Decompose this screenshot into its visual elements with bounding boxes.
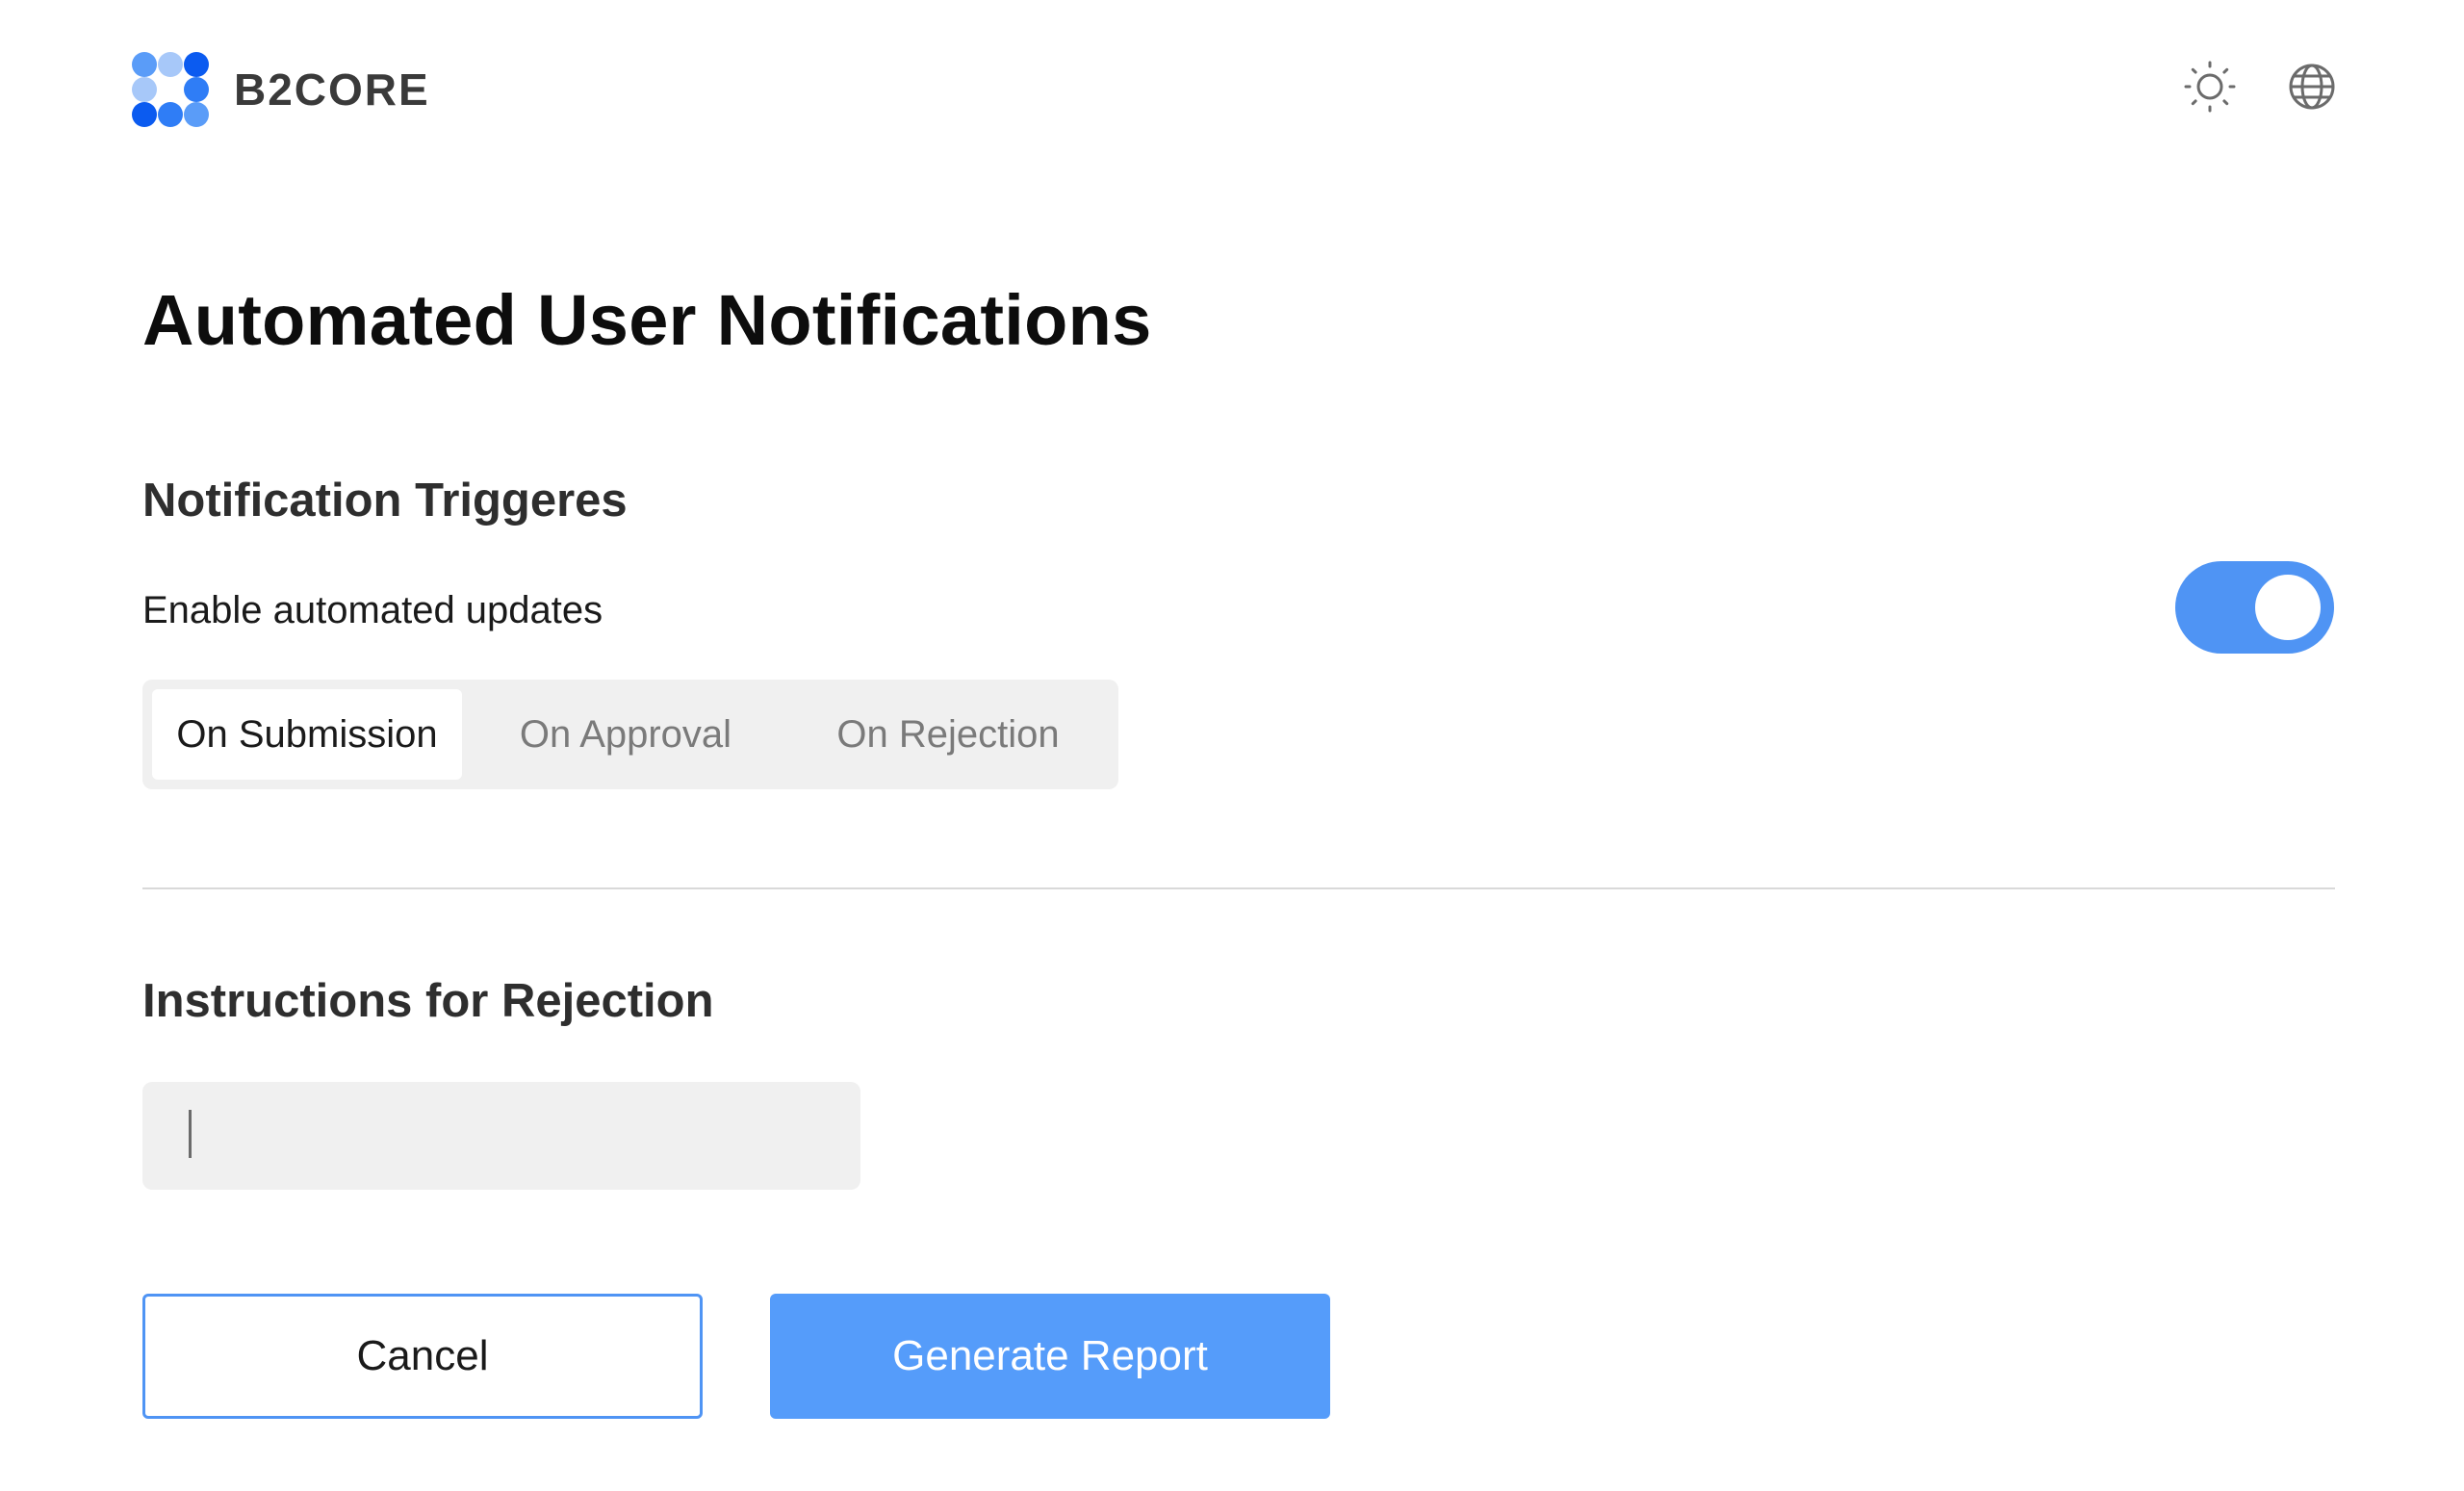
text-caret bbox=[189, 1110, 192, 1158]
segment-on-submission[interactable]: On Submission bbox=[152, 689, 462, 780]
brand-logo[interactable]: B2CORE bbox=[132, 52, 430, 127]
segment-on-rejection[interactable]: On Rejection bbox=[789, 689, 1107, 780]
section-divider bbox=[142, 887, 2335, 889]
logo-mark-icon bbox=[132, 52, 209, 127]
logo-text: B2CORE bbox=[234, 64, 430, 115]
generate-report-button[interactable]: Generate Report bbox=[770, 1294, 1330, 1419]
automated-updates-toggle[interactable] bbox=[2175, 561, 2334, 654]
sun-icon[interactable] bbox=[2183, 60, 2237, 114]
toggle-knob bbox=[2255, 575, 2321, 640]
page: B2CORE Automated User Notifications Noti… bbox=[0, 0, 2464, 1491]
rejection-instructions-heading: Instructions for Rejection bbox=[142, 975, 714, 1027]
rejection-instructions-input[interactable] bbox=[142, 1082, 860, 1190]
cancel-button[interactable]: Cancel bbox=[142, 1294, 703, 1419]
top-header: B2CORE bbox=[0, 0, 2464, 183]
segment-on-approval[interactable]: On Approval bbox=[462, 689, 789, 780]
automated-updates-label: Enable automated updates bbox=[142, 589, 603, 631]
notification-triggers-heading: Notification Triggeres bbox=[142, 475, 628, 527]
trigger-segmented-control: On Submission On Approval On Rejection bbox=[142, 680, 1118, 789]
page-title: Automated User Notifications bbox=[142, 280, 1152, 360]
header-actions bbox=[2183, 60, 2339, 114]
globe-icon[interactable] bbox=[2285, 60, 2339, 114]
